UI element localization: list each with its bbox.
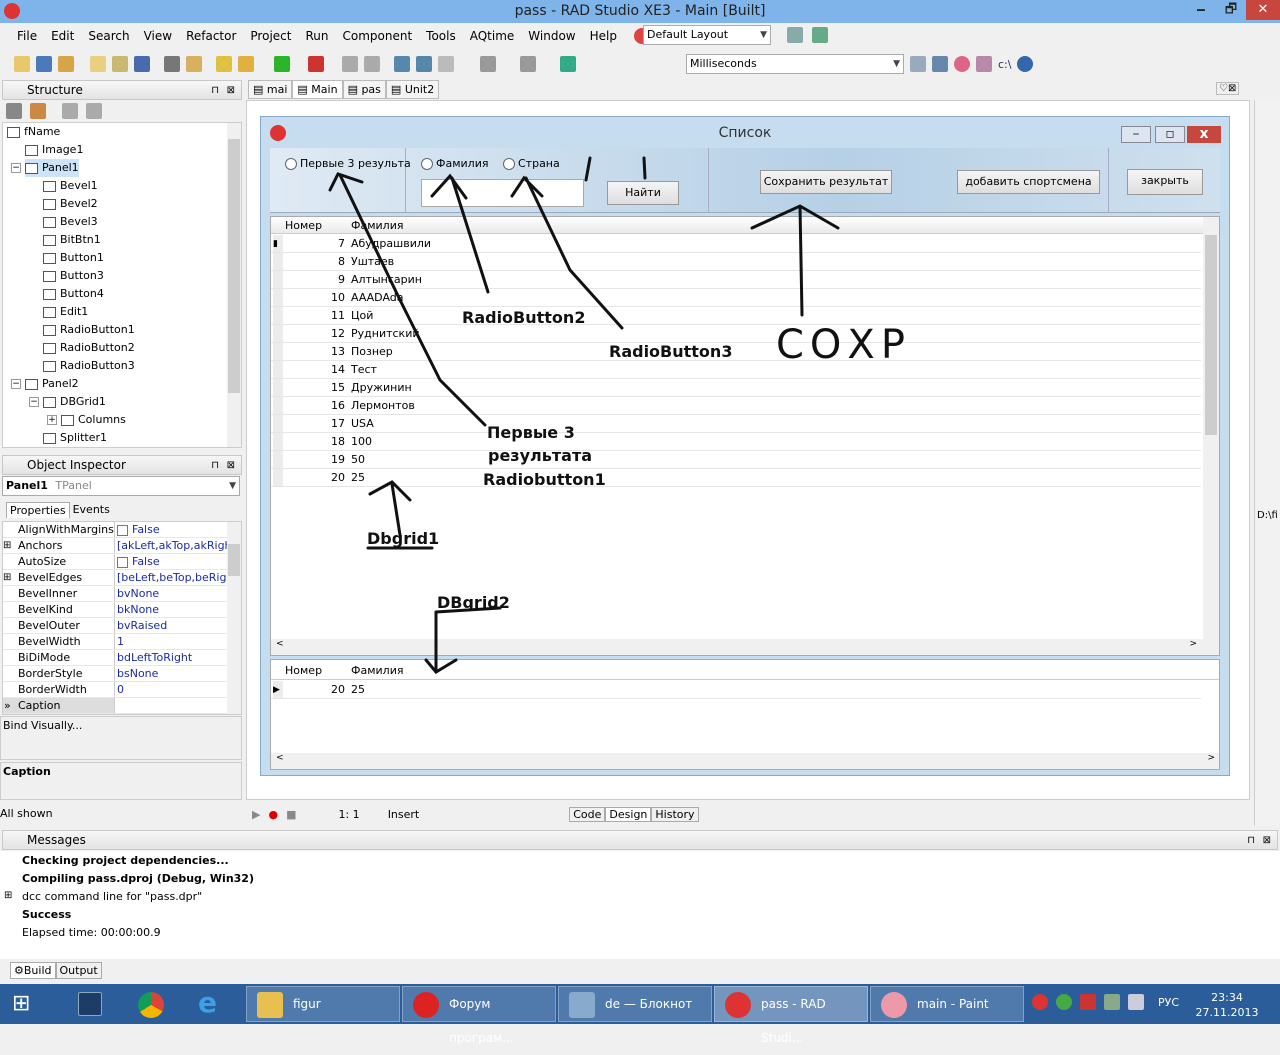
tab-history[interactable]: History bbox=[651, 806, 699, 822]
messages-header: Messages ⊓ ⊠ bbox=[2, 830, 1278, 850]
annotation-rb1-line1: Первые 3 bbox=[487, 423, 575, 442]
cursor-position: 1: 1 bbox=[338, 807, 360, 821]
folder-icon bbox=[257, 992, 283, 1018]
message-line[interactable]: Success bbox=[22, 908, 71, 921]
tick-mark-1 bbox=[584, 156, 592, 182]
arrow-radiobutton3 bbox=[510, 175, 624, 330]
message-line[interactable]: Elapsed time: 00:00:00.9 bbox=[22, 926, 161, 939]
record-macro-icon[interactable]: ● bbox=[268, 808, 278, 821]
taskbar-item-label: main - Paint bbox=[917, 997, 989, 1011]
chrome-icon[interactable] bbox=[138, 992, 164, 1018]
language-indicator[interactable]: РУС bbox=[1158, 996, 1179, 1009]
tick-mark-2 bbox=[642, 156, 647, 180]
insert-mode: Insert bbox=[387, 807, 420, 821]
messages-list: Checking project dependencies... Compilin… bbox=[0, 851, 1280, 959]
clock-time: 23:34 bbox=[1211, 991, 1243, 1004]
taskbar-item[interactable]: pass - RAD Studi... bbox=[714, 986, 868, 1045]
right-tool-strip: D:\fi bbox=[1254, 100, 1280, 826]
close-panel-icon[interactable]: ⊠ bbox=[1263, 832, 1271, 850]
stop-macro-icon[interactable]: ■ bbox=[286, 808, 296, 821]
taskbar-item-label: de — Блокнот bbox=[605, 997, 693, 1011]
tab-design[interactable]: Design bbox=[605, 806, 652, 822]
taskbar-item[interactable]: Форум програм... bbox=[402, 986, 556, 1045]
annotation-dbgrid1: Dbgrid1 bbox=[367, 529, 440, 548]
play-macro-icon[interactable]: ▶ bbox=[252, 808, 260, 821]
annotation-rb1-line3: Radiobutton1 bbox=[483, 470, 606, 489]
tab-build[interactable]: ⚙Build bbox=[10, 962, 56, 979]
arrow-dbgrid1 bbox=[368, 480, 412, 537]
message-line[interactable]: dcc command line for "pass.dpr" bbox=[22, 890, 202, 903]
annotation-radiobutton2: RadioButton2 bbox=[462, 308, 586, 327]
opera-icon bbox=[413, 992, 439, 1018]
messages-tabs: ⚙Build Output bbox=[10, 962, 102, 979]
taskbar-item[interactable]: figur bbox=[246, 986, 400, 1022]
message-line[interactable]: Compiling pass.dproj (Debug, Win32) bbox=[22, 872, 254, 885]
taskbar-item[interactable]: de — Блокнот bbox=[558, 986, 712, 1022]
notepad-icon bbox=[569, 992, 595, 1018]
tab-label: Output bbox=[59, 964, 98, 977]
windows-start-icon[interactable]: ⊞ bbox=[12, 993, 30, 1015]
right-strip-path: D:\fi bbox=[1257, 510, 1278, 521]
annotation-radiobutton3: RadioButton3 bbox=[609, 342, 733, 361]
task-manager-icon[interactable] bbox=[78, 992, 102, 1016]
internet-explorer-icon[interactable]: e bbox=[198, 986, 217, 1019]
tab-output[interactable]: Output bbox=[55, 962, 102, 979]
arrow-radiobutton2 bbox=[430, 173, 490, 294]
taskbar-item-label: figur bbox=[293, 997, 321, 1011]
pin-icon[interactable]: ⊓ bbox=[1247, 832, 1255, 850]
clock[interactable]: 23:34 27.11.2013 bbox=[1194, 990, 1260, 1020]
messages-title: Messages bbox=[27, 833, 86, 847]
clock-date: 27.11.2013 bbox=[1195, 1006, 1259, 1019]
arrow-dbgrid2 bbox=[424, 606, 502, 674]
network-icon[interactable] bbox=[1128, 994, 1144, 1010]
annotation-dbgrid2: DBgrid2 bbox=[437, 593, 510, 612]
taskbar-item-label: Форум програм... bbox=[449, 997, 514, 1045]
expand-icon[interactable]: ⊞ bbox=[4, 890, 12, 901]
nvidia-icon[interactable] bbox=[1056, 994, 1072, 1010]
rad-tray-icon[interactable] bbox=[1032, 994, 1048, 1010]
annotation-rb1-line2: результата bbox=[488, 446, 593, 465]
usb-icon[interactable] bbox=[1104, 994, 1120, 1010]
rad-studio-icon bbox=[725, 992, 751, 1018]
message-line[interactable]: Checking project dependencies... bbox=[22, 854, 229, 867]
paint-icon bbox=[881, 992, 907, 1018]
taskbar-item[interactable]: main - Paint bbox=[870, 986, 1024, 1022]
tab-label: Build bbox=[23, 964, 52, 977]
tab-code[interactable]: Code bbox=[569, 806, 606, 822]
annotation-save: СОХР bbox=[776, 322, 911, 368]
system-tray: РУС bbox=[1032, 994, 1179, 1010]
arrow-save bbox=[750, 204, 840, 317]
flag-icon[interactable] bbox=[1080, 994, 1096, 1010]
taskbar-item-label: pass - RAD Studi... bbox=[761, 997, 826, 1045]
editor-status-bar: ▶ ● ■ 1: 1 Insert Code Design History bbox=[246, 803, 1250, 825]
